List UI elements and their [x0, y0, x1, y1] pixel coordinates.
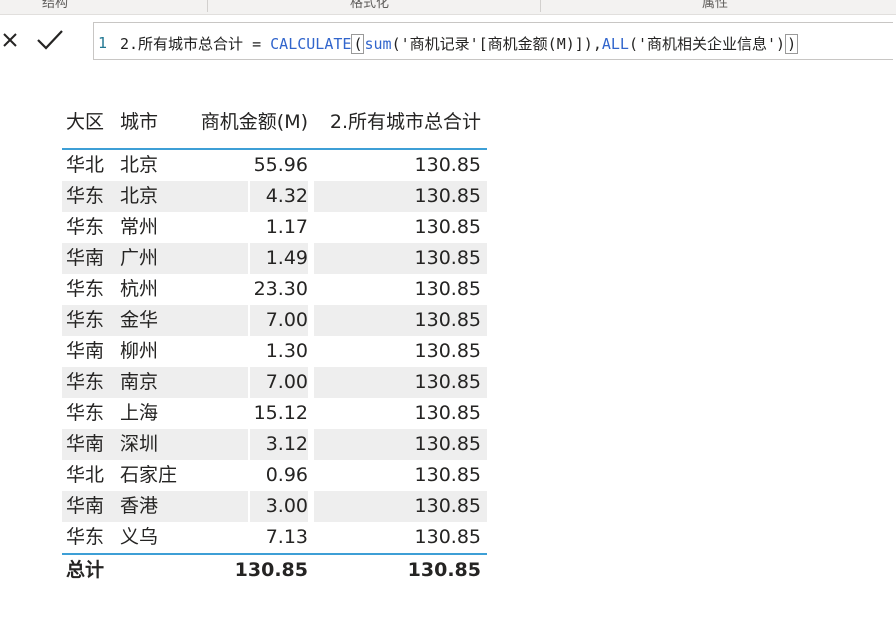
cell-amount: 15.12	[253, 402, 308, 424]
cell-total: 130.85	[414, 495, 481, 517]
cell-region: 华东	[66, 371, 105, 393]
cell-region: 华南	[66, 495, 105, 517]
cell-city: 北京	[120, 185, 159, 207]
cell-total: 130.85	[414, 371, 481, 393]
table-row[interactable]: 华东 杭州 23.30 130.85	[62, 274, 487, 305]
cell-total: 130.85	[414, 185, 481, 207]
cell-city: 广州	[120, 247, 159, 269]
cell-amount: 3.12	[265, 433, 308, 455]
cell-total: 130.85	[414, 433, 481, 455]
commit-formula-button[interactable]	[32, 22, 68, 58]
formula-expression[interactable]: 2.所有城市总合计 = CALCULATE(sum('商机记录'[商机金额(M)…	[120, 33, 799, 54]
cell-city: 杭州	[120, 278, 159, 300]
table-row[interactable]: 华北 石家庄 0.96 130.85	[62, 460, 487, 491]
cell-city: 北京	[120, 154, 159, 176]
cell-region: 华东	[66, 216, 105, 238]
cell-total: 130.85	[414, 402, 481, 424]
cell-amount: 1.49	[265, 247, 308, 269]
cell-city: 金华	[120, 309, 159, 331]
cell-region: 华东	[66, 402, 105, 424]
cell-region: 华北	[66, 464, 105, 486]
cell-total: 130.85	[414, 278, 481, 300]
cell-region: 华东	[66, 278, 105, 300]
cell-total: 130.85	[414, 154, 481, 176]
formula-operator: =	[243, 35, 271, 53]
table-row[interactable]: 华东 北京 4.32 130.85	[62, 181, 487, 212]
table-row[interactable]: 华北 北京 55.96 130.85	[62, 150, 487, 181]
table-body: 华北 北京 55.96 130.85 华东 北京 4.32 130.85 华东 常州 1.17 1…	[62, 150, 487, 553]
table-row[interactable]: 华南 香港 3.00 130.85	[62, 491, 487, 522]
cell-city: 常州	[120, 216, 159, 238]
ribbon-group-formatting: 格式化	[350, 0, 390, 11]
cell-amount: 1.17	[265, 216, 308, 238]
header-region[interactable]: 大区	[66, 107, 116, 138]
cell-amount: 4.32	[265, 185, 308, 207]
cell-total: 130.85	[414, 247, 481, 269]
table-header: 大区 城市 商机金额(M) 2.所有城市总合计	[62, 100, 487, 150]
ribbon-group-labels: 结构 格式化 属性	[0, 0, 896, 15]
function-all: ALL	[601, 35, 629, 53]
ribbon-group-structure: 结构	[42, 0, 69, 11]
total-amount: 130.85	[234, 559, 308, 581]
ribbon-divider	[207, 0, 208, 12]
formula-editor[interactable]: 1 2.所有城市总合计 = CALCULATE(sum('商机记录'[商机金额(…	[93, 22, 893, 60]
sum-argument: ('商机记录'[商机金额(M)]),	[391, 35, 602, 53]
cell-total: 130.85	[414, 309, 481, 331]
cell-amount: 7.00	[265, 371, 308, 393]
table-row[interactable]: 华东 义乌 7.13 130.85	[62, 522, 487, 553]
cell-total: 130.85	[414, 464, 481, 486]
open-paren: (	[351, 34, 365, 54]
table-total-row[interactable]: 总计 130.85 130.85	[62, 553, 487, 585]
cell-city: 南京	[120, 371, 159, 393]
check-icon	[37, 30, 63, 50]
close-icon	[3, 33, 17, 47]
cell-amount: 0.96	[265, 464, 308, 486]
cell-region: 华东	[66, 526, 105, 548]
cell-amount: 55.96	[253, 154, 308, 176]
cell-region: 华东	[66, 185, 105, 207]
total-all-cities: 130.85	[407, 559, 481, 581]
table-row[interactable]: 华东 常州 1.17 130.85	[62, 212, 487, 243]
header-amount[interactable]: 商机金额(M)	[190, 107, 308, 138]
ribbon-group-properties: 属性	[702, 0, 729, 11]
header-all-cities-total[interactable]: 2.所有城市总合计	[314, 107, 481, 138]
formula-bar: 1 2.所有城市总合计 = CALCULATE(sum('商机记录'[商机金额(…	[0, 18, 896, 64]
table-row[interactable]: 华南 广州 1.49 130.85	[62, 243, 487, 274]
cell-amount: 1.30	[265, 340, 308, 362]
ribbon-divider	[540, 0, 541, 12]
table-row[interactable]: 华南 深圳 3.12 130.85	[62, 429, 487, 460]
cell-total: 130.85	[414, 526, 481, 548]
table-row[interactable]: 华东 南京 7.00 130.85	[62, 367, 487, 398]
table-row[interactable]: 华南 柳州 1.30 130.85	[62, 336, 487, 367]
measure-name: 2.所有城市总合计	[120, 35, 244, 53]
table-row[interactable]: 华东 金华 7.00 130.85	[62, 305, 487, 336]
function-sum: sum	[364, 35, 392, 53]
cell-total: 130.85	[414, 216, 481, 238]
total-label: 总计	[66, 559, 105, 581]
cell-city: 石家庄	[120, 464, 178, 486]
cell-region: 华南	[66, 247, 105, 269]
cell-region: 华南	[66, 433, 105, 455]
cell-city: 深圳	[120, 433, 159, 455]
header-city[interactable]: 城市	[120, 107, 190, 138]
cell-amount: 3.00	[265, 495, 308, 517]
cell-region: 华南	[66, 340, 105, 362]
cell-total: 130.85	[414, 340, 481, 362]
function-calculate: CALCULATE	[270, 35, 352, 53]
table-row[interactable]: 华东 上海 15.12 130.85	[62, 398, 487, 429]
cell-amount: 7.00	[265, 309, 308, 331]
cell-city: 香港	[120, 495, 159, 517]
cell-amount: 23.30	[253, 278, 308, 300]
cell-amount: 7.13	[265, 526, 308, 548]
cell-city: 柳州	[120, 340, 159, 362]
cell-city: 义乌	[120, 526, 159, 548]
cell-city: 上海	[120, 402, 159, 424]
cancel-formula-button[interactable]	[0, 22, 28, 58]
cell-region: 华北	[66, 154, 105, 176]
cell-region: 华东	[66, 309, 105, 331]
all-argument: ('商机相关企业信息')	[628, 35, 786, 53]
close-paren: )	[785, 34, 799, 54]
line-number: 1	[98, 34, 108, 52]
